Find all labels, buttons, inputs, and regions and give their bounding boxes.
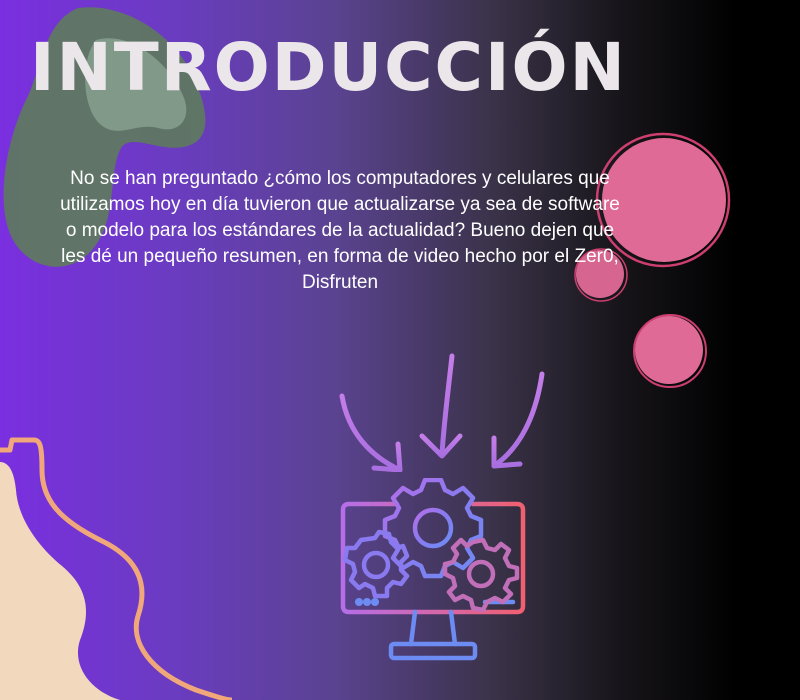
sand-blob-shape — [0, 462, 120, 700]
slide-title: INTRODUCCIÓN — [30, 29, 627, 106]
arrows-down-icon — [339, 353, 545, 472]
slide: INTRODUCCIÓN No se han preguntado ¿cómo … — [0, 0, 800, 700]
slide-body-text: No se han preguntado ¿cómo los computado… — [60, 168, 620, 293]
pink-circle-large — [602, 138, 726, 262]
monitor-gears-icon — [340, 478, 526, 661]
